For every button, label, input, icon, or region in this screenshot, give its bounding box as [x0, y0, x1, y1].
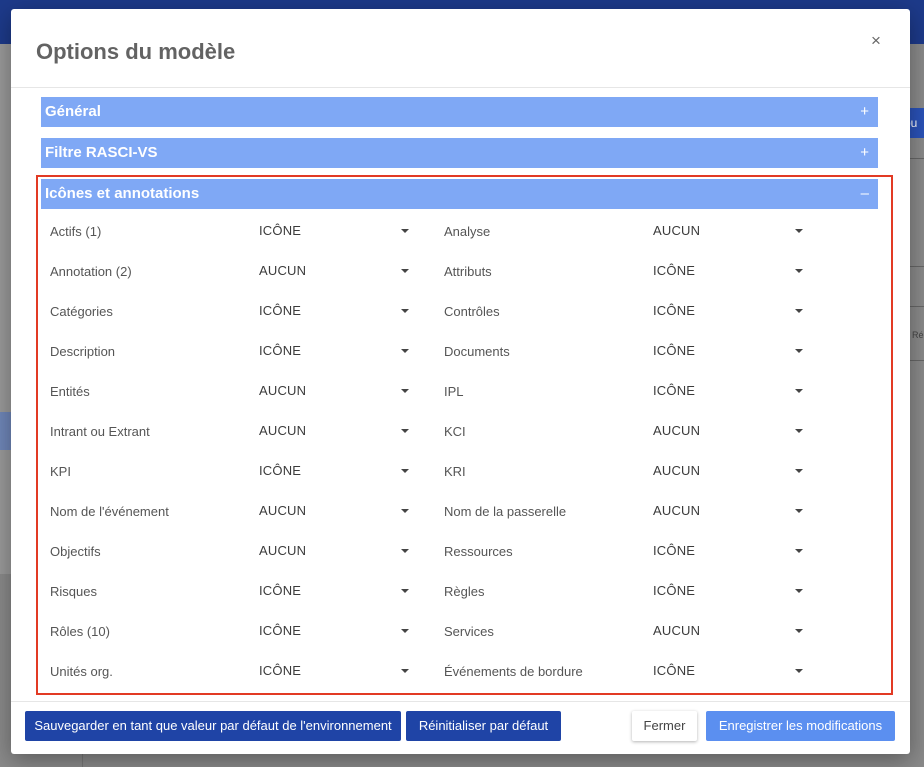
- dropdown-arrow-icon: [795, 229, 803, 233]
- option-select[interactable]: ICÔNE: [259, 621, 409, 641]
- option-label: IPL: [444, 384, 464, 399]
- option-select[interactable]: ICÔNE: [259, 581, 409, 601]
- option-select[interactable]: ICÔNE: [653, 661, 803, 681]
- dropdown-arrow-icon: [795, 589, 803, 593]
- title-divider: [11, 87, 910, 88]
- option-select[interactable]: AUCUN: [653, 501, 803, 521]
- dropdown-arrow-icon: [795, 669, 803, 673]
- dropdown-arrow-icon: [795, 349, 803, 353]
- option-select[interactable]: ICÔNE: [653, 301, 803, 321]
- option-label: Description: [50, 344, 116, 359]
- option-label: KCI: [444, 424, 466, 439]
- dropdown-arrow-icon: [401, 509, 409, 513]
- dropdown-arrow-icon: [401, 229, 409, 233]
- option-select[interactable]: AUCUN: [259, 501, 409, 521]
- option-label: Rôles (10): [50, 624, 110, 639]
- option-select[interactable]: ICÔNE: [653, 541, 803, 561]
- background-divider: [908, 158, 924, 159]
- option-select[interactable]: AUCUN: [653, 621, 803, 641]
- option-label: Unités org.: [50, 664, 113, 679]
- option-label: Nom de l'événement: [50, 504, 169, 519]
- expand-icon[interactable]: +: [860, 97, 869, 127]
- dropdown-arrow-icon: [401, 349, 409, 353]
- dropdown-arrow-icon: [401, 629, 409, 633]
- dropdown-arrow-icon: [795, 629, 803, 633]
- option-label: Règles: [444, 584, 485, 599]
- save-as-environment-default-button[interactable]: Sauvegarder en tant que valeur par défau…: [25, 711, 401, 741]
- dropdown-arrow-icon: [795, 549, 803, 553]
- close-button[interactable]: Fermer: [632, 711, 697, 741]
- option-label: KRI: [444, 464, 466, 479]
- option-label: Analyse: [444, 224, 491, 239]
- dropdown-arrow-icon: [401, 309, 409, 313]
- option-select[interactable]: ICÔNE: [653, 381, 803, 401]
- section-general-label: Général: [45, 103, 101, 120]
- background-divider: [908, 360, 924, 361]
- background-divider: [908, 306, 924, 307]
- dropdown-arrow-icon: [401, 669, 409, 673]
- dropdown-arrow-icon: [401, 429, 409, 433]
- option-select[interactable]: ICÔNE: [259, 301, 409, 321]
- option-label: Objectifs: [50, 544, 101, 559]
- close-icon[interactable]: ×: [866, 31, 886, 51]
- dropdown-arrow-icon: [401, 269, 409, 273]
- section-rasci-label: Filtre RASCI-VS: [45, 144, 158, 161]
- dropdown-arrow-icon: [795, 269, 803, 273]
- option-label: Risques: [50, 584, 97, 599]
- reset-to-default-button[interactable]: Réinitialiser par défaut: [406, 711, 561, 741]
- model-options-dialog: Options du modèle × Général + Filtre RAS…: [11, 9, 910, 754]
- option-select[interactable]: AUCUN: [653, 421, 803, 441]
- section-general-header[interactable]: Général +: [41, 97, 878, 127]
- option-label: KPI: [50, 464, 71, 479]
- option-select[interactable]: AUCUN: [259, 421, 409, 441]
- option-select[interactable]: ICÔNE: [653, 581, 803, 601]
- option-select[interactable]: AUCUN: [653, 461, 803, 481]
- dropdown-arrow-icon: [401, 589, 409, 593]
- option-select[interactable]: AUCUN: [653, 221, 803, 241]
- option-select[interactable]: AUCUN: [259, 541, 409, 561]
- option-label: Documents: [444, 344, 510, 359]
- option-select[interactable]: ICÔNE: [653, 261, 803, 281]
- dropdown-arrow-icon: [795, 429, 803, 433]
- dropdown-arrow-icon: [401, 549, 409, 553]
- option-select[interactable]: ICÔNE: [259, 221, 409, 241]
- dropdown-arrow-icon: [795, 469, 803, 473]
- option-label: Contrôles: [444, 304, 500, 319]
- dropdown-arrow-icon: [795, 309, 803, 313]
- dropdown-arrow-icon: [401, 389, 409, 393]
- option-select[interactable]: ICÔNE: [259, 461, 409, 481]
- footer-divider: [11, 701, 910, 702]
- option-label: Intrant ou Extrant: [50, 424, 150, 439]
- option-select[interactable]: ICÔNE: [259, 661, 409, 681]
- option-label: Annotation (2): [50, 264, 132, 279]
- dropdown-arrow-icon: [795, 509, 803, 513]
- background-divider: [908, 266, 924, 267]
- option-label: Ressources: [444, 544, 513, 559]
- expand-icon[interactable]: +: [860, 138, 869, 168]
- option-label: Attributs: [444, 264, 492, 279]
- option-label: Actifs (1): [50, 224, 102, 239]
- option-label: Services: [444, 624, 494, 639]
- option-label: Entités: [50, 384, 90, 399]
- option-label: Catégories: [50, 304, 113, 319]
- option-select[interactable]: ICÔNE: [259, 341, 409, 361]
- option-label: Événements de bordure: [444, 664, 583, 679]
- dropdown-arrow-icon: [795, 389, 803, 393]
- option-select[interactable]: AUCUN: [259, 381, 409, 401]
- option-select[interactable]: ICÔNE: [653, 341, 803, 361]
- option-label: Nom de la passerelle: [444, 504, 567, 519]
- dropdown-arrow-icon: [401, 469, 409, 473]
- section-rasci-header[interactable]: Filtre RASCI-VS +: [41, 138, 878, 168]
- background-right-text: Ré: [912, 330, 924, 340]
- dialog-title: Options du modèle: [36, 39, 236, 64]
- save-changes-button[interactable]: Enregistrer les modifications: [706, 711, 895, 741]
- option-select[interactable]: AUCUN: [259, 261, 409, 281]
